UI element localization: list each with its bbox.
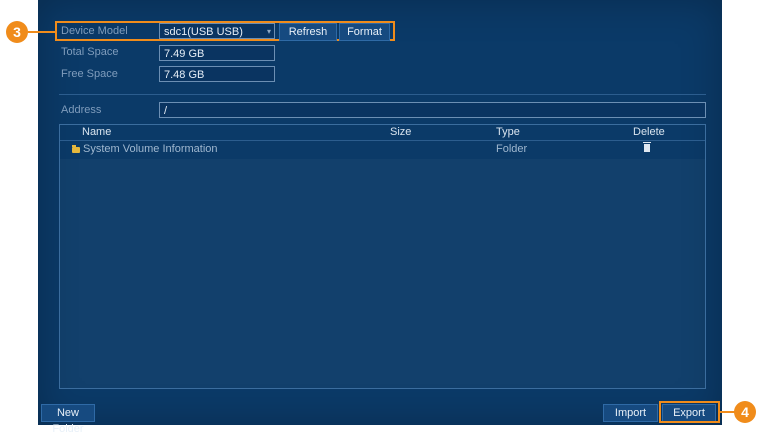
file-table: Name Size Type Delete System Volume Info… [59,124,706,389]
column-type: Type [496,126,520,138]
table-header: Name Size Type Delete [60,125,705,139]
column-size: Size [390,126,412,138]
new-folder-button[interactable]: New Folder [41,404,95,435]
device-model-value: sdc1(USB USB) [164,26,243,38]
free-space-value: 7.48 GB [159,66,275,82]
table-header-divider [60,140,705,141]
device-model-label: Device Model [61,25,128,37]
total-space-value: 7.49 GB [159,45,275,61]
step-4-badge: 4 [734,401,756,423]
table-row[interactable]: System Volume Information Folder [60,142,705,156]
free-space-label: Free Space [61,68,118,80]
step-3-connector [28,31,56,33]
export-button[interactable]: Export [662,404,716,422]
step-3-badge: 3 [6,21,28,43]
device-model-dropdown[interactable]: sdc1(USB USB) ▾ [159,23,275,39]
total-space-label: Total Space [61,46,119,58]
chevron-down-icon: ▾ [266,27,271,36]
format-button[interactable]: Format [339,23,390,41]
address-input[interactable]: / [159,102,706,118]
row-name: System Volume Information [83,143,218,155]
column-name: Name [82,126,112,138]
divider [59,94,706,95]
row-type: Folder [496,143,528,155]
refresh-button[interactable]: Refresh [279,23,337,41]
folder-icon [72,145,80,153]
address-label: Address [61,104,102,116]
empty-rows-area [60,159,705,388]
trash-icon[interactable] [643,142,651,152]
import-button[interactable]: Import [603,404,658,422]
column-delete: Delete [633,126,665,138]
